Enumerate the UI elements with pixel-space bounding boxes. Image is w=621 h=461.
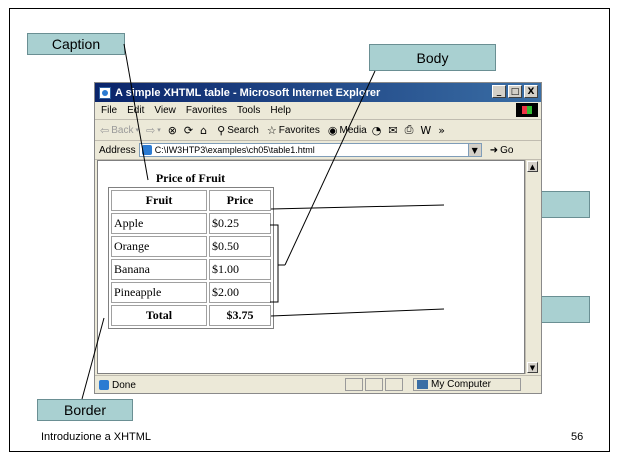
go-button[interactable]: ➜ Go [490, 145, 514, 156]
search-icon: ⚲ [217, 123, 226, 137]
fruit-cell: Banana [111, 259, 207, 280]
window-title: A simple XHTML table - Microsoft Interne… [115, 86, 381, 99]
footer-cell-amount: $3.75 [209, 305, 271, 326]
home-button[interactable]: ⌂ [200, 124, 209, 137]
go-arrow-icon: ➜ [489, 144, 499, 156]
price-cell: $1.00 [209, 259, 271, 280]
stop-icon: ⊗ [167, 123, 177, 137]
fruit-table: Fruit Price Apple $0.25 Orange $0.50 Ban… [108, 187, 274, 329]
body-callout: Body [369, 44, 496, 71]
page-content: Price of Fruit Fruit Price Apple $0.25 O… [97, 160, 525, 374]
home-icon: ⌂ [200, 123, 208, 137]
menu-help[interactable]: Help [270, 105, 291, 116]
table-footer-row: Total $3.75 [111, 305, 271, 326]
price-cell: $2.00 [209, 282, 271, 303]
star-icon: ☆ [266, 123, 277, 137]
back-button[interactable]: ⇦ Back ▾ [100, 124, 141, 137]
header-cell-fruit: Fruit [111, 190, 207, 211]
header-cell-price: Price [209, 190, 271, 211]
table-caption: Price of Fruit [155, 171, 226, 185]
menu-favorites[interactable]: Favorites [186, 105, 227, 116]
address-dropdown-button[interactable]: ▼ [467, 143, 482, 157]
menu-tools[interactable]: Tools [237, 105, 260, 116]
title-bar: A simple XHTML table - Microsoft Interne… [95, 83, 541, 102]
address-value: C:\IW3HTP3\examples\ch05\table1.html [154, 145, 315, 155]
computer-icon [417, 380, 428, 389]
mail-button[interactable]: ✉ [388, 124, 399, 137]
favorites-button[interactable]: ☆ Favorites [267, 124, 320, 137]
table-row: Banana $1.00 [111, 259, 271, 280]
forward-arrow-icon: ⇨ [145, 123, 156, 137]
word-icon: W [420, 123, 432, 137]
search-label: Search [227, 124, 259, 136]
toolbar: ⇦ Back ▾ ⇨ ▾ ⊗ ⟳ ⌂ ⚲ Search ☆ Favorites … [95, 120, 541, 141]
windows-logo-icon [516, 103, 538, 117]
status-pane [345, 378, 363, 391]
security-zone: My Computer [413, 378, 521, 391]
menu-bar: File Edit View Favorites Tools Help [95, 102, 541, 120]
price-cell: $0.50 [209, 236, 271, 257]
vertical-scrollbar[interactable]: ▲ ▼ [525, 160, 539, 374]
status-bar: Done My Computer [95, 375, 541, 394]
caption-callout: Caption [27, 33, 125, 55]
status-pane [365, 378, 383, 391]
stop-button[interactable]: ⊗ [168, 124, 179, 137]
status-text: Done [112, 379, 136, 391]
table-row: Apple $0.25 [111, 213, 271, 234]
chevron-down-icon: ▾ [157, 126, 161, 134]
edit-button[interactable]: W [420, 124, 433, 137]
back-label: Back [111, 124, 134, 136]
chevron-right-icon: » [438, 123, 445, 137]
table-row: Orange $0.50 [111, 236, 271, 257]
page-icon [141, 145, 152, 155]
more-button[interactable]: » [438, 124, 447, 137]
fruit-cell: Apple [111, 213, 207, 234]
favorites-label: Favorites [278, 124, 320, 136]
menu-edit[interactable]: Edit [127, 105, 144, 116]
menu-file[interactable]: File [101, 105, 117, 116]
table-row: Pineapple $2.00 [111, 282, 271, 303]
media-label: Media [339, 124, 367, 136]
footer-cell-total: Total [111, 305, 207, 326]
history-button[interactable]: ◔ [372, 124, 384, 137]
go-label: Go [500, 144, 514, 156]
zone-label: My Computer [431, 379, 492, 390]
scroll-up-arrow-icon[interactable]: ▲ [527, 161, 538, 172]
menu-view[interactable]: View [154, 105, 176, 116]
print-icon: ⎙ [404, 123, 414, 136]
print-button[interactable]: ⎙ [405, 123, 416, 137]
address-bar: Address C:\IW3HTP3\examples\ch05\table1.… [95, 141, 541, 160]
slide-footer-title: Introduzione a XHTML [41, 431, 152, 443]
refresh-button[interactable]: ⟳ [184, 124, 195, 137]
browser-window: A simple XHTML table - Microsoft Interne… [94, 82, 542, 394]
address-input[interactable]: C:\IW3HTP3\examples\ch05\table1.html [138, 143, 469, 157]
minimize-button[interactable]: _ [492, 85, 506, 98]
forward-button[interactable]: ⇨ ▾ [146, 124, 163, 137]
window-controls: _ □ X [492, 85, 538, 98]
status-pane [385, 378, 403, 391]
mail-icon: ✉ [388, 123, 398, 137]
scroll-down-arrow-icon[interactable]: ▼ [527, 362, 538, 373]
price-cell: $0.25 [209, 213, 271, 234]
history-icon: ◔ [371, 123, 382, 137]
maximize-button[interactable]: □ [508, 85, 522, 98]
fruit-cell: Orange [111, 236, 207, 257]
back-arrow-icon: ⇦ [100, 123, 110, 137]
address-label: Address [99, 144, 136, 156]
ie-icon [99, 86, 111, 99]
media-button[interactable]: ◉ Media [328, 124, 367, 137]
slide-page-number: 56 [571, 431, 584, 443]
table-header-row: Fruit Price [111, 190, 271, 211]
chevron-down-icon: ▾ [135, 126, 139, 134]
fruit-cell: Pineapple [111, 282, 207, 303]
search-button[interactable]: ⚲ Search [217, 124, 259, 137]
refresh-icon: ⟳ [183, 123, 194, 137]
page-done-icon [99, 380, 109, 390]
media-icon: ◉ [327, 123, 338, 137]
close-button[interactable]: X [524, 85, 538, 98]
border-callout: Border [37, 399, 133, 421]
